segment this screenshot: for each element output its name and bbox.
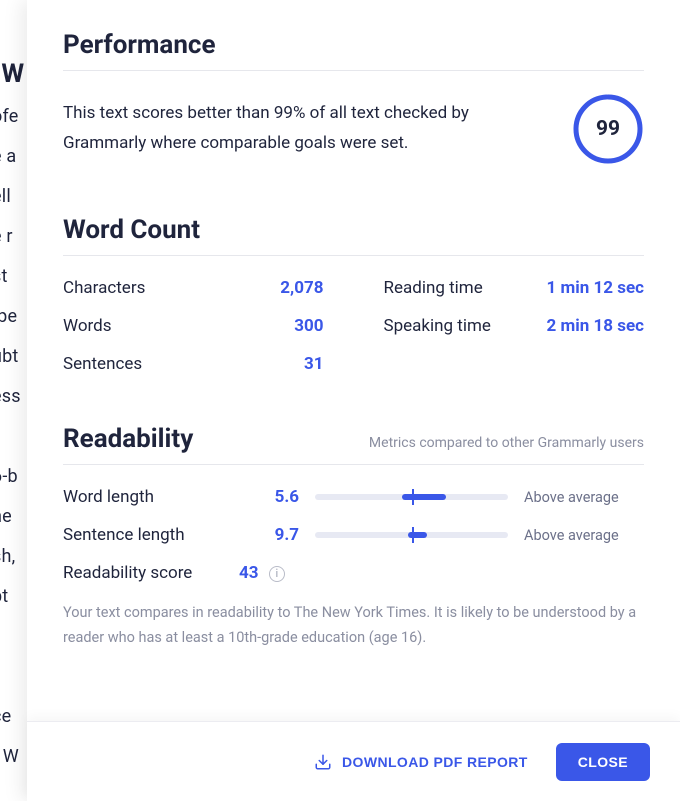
sentences-label: Sentences <box>63 354 142 374</box>
speaking-time-row: Speaking time 2 min 18 sec <box>384 316 645 336</box>
word-length-tag: Above average <box>524 489 644 506</box>
reading-time-row: Reading time 1 min 12 sec <box>384 278 645 298</box>
download-pdf-label: DOWNLOAD PDF REPORT <box>342 754 528 770</box>
score-ring: 99 <box>572 93 644 165</box>
sentence-length-label: Sentence length <box>63 525 223 545</box>
divider <box>63 70 644 71</box>
readability-comparison: Your text compares in readability to The… <box>63 601 644 650</box>
divider <box>63 255 644 256</box>
word-length-row: Word length 5.6 Above average <box>63 487 644 507</box>
speaking-time-label: Speaking time <box>384 316 491 336</box>
word-length-label: Word length <box>63 487 223 507</box>
words-value: 300 <box>294 316 323 336</box>
modal-scroll-area[interactable]: Performance This text scores better than… <box>27 0 680 721</box>
performance-description: This text scores better than 99% of all … <box>63 99 542 159</box>
speaking-time-value: 2 min 18 sec <box>547 316 644 336</box>
readability-score-row: Readability score 43 i <box>63 563 644 583</box>
reading-time-value: 1 min 12 sec <box>547 278 644 298</box>
word-length-bar <box>315 494 508 500</box>
characters-label: Characters <box>63 278 145 298</box>
word-count-title: Word Count <box>63 215 644 245</box>
download-pdf-button[interactable]: DOWNLOAD PDF REPORT <box>314 753 528 771</box>
readability-score-value: 43 i <box>239 563 285 583</box>
reading-time-label: Reading time <box>384 278 483 298</box>
readability-subtitle: Metrics compared to other Grammarly user… <box>369 435 644 451</box>
info-icon[interactable]: i <box>269 566 285 582</box>
download-icon <box>314 753 332 771</box>
sentence-length-bar <box>315 532 508 538</box>
words-label: Words <box>63 316 112 336</box>
performance-modal: Performance This text scores better than… <box>27 0 680 801</box>
sentence-length-row: Sentence length 9.7 Above average <box>63 525 644 545</box>
characters-row: Characters 2,078 <box>63 278 324 298</box>
sentences-value: 31 <box>304 354 324 374</box>
readability-score-label: Readability score <box>63 563 223 583</box>
characters-value: 2,078 <box>280 278 323 298</box>
score-value: 99 <box>572 93 644 165</box>
word-length-value: 5.6 <box>239 487 299 507</box>
performance-title: Performance <box>63 30 644 60</box>
sentence-length-tag: Above average <box>524 527 644 544</box>
sentences-row: Sentences 31 <box>63 354 324 374</box>
readability-title: Readability <box>63 424 193 454</box>
words-row: Words 300 <box>63 316 324 336</box>
sentence-length-value: 9.7 <box>239 525 299 545</box>
modal-footer: DOWNLOAD PDF REPORT CLOSE <box>27 721 680 801</box>
close-button[interactable]: CLOSE <box>556 743 650 781</box>
divider <box>63 464 644 465</box>
